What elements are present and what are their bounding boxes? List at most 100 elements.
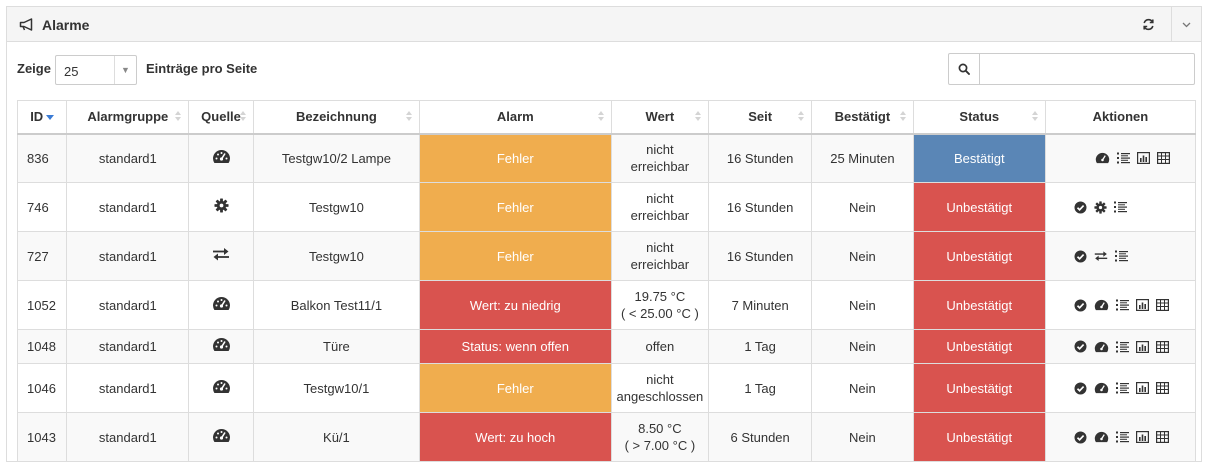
table-row: 1046 standard1 Testgw10/1 Fehler nicht angesc… <box>16 363 1197 413</box>
cell-quelle <box>188 363 254 413</box>
cell-quelle <box>188 329 254 364</box>
cell-bestaetigt: Nein <box>811 412 914 462</box>
row-actions <box>1050 200 1191 214</box>
cell-seit: 16 Stunden <box>708 182 813 232</box>
dashboard-icon[interactable] <box>1094 382 1109 394</box>
cell-id: 746 <box>16 182 68 232</box>
cell-aktionen <box>1044 133 1197 183</box>
check-circle-icon[interactable] <box>1074 431 1087 444</box>
row-actions <box>1050 250 1191 263</box>
list-icon[interactable] <box>1115 341 1129 353</box>
dashboard-icon[interactable] <box>1094 299 1109 311</box>
cell-status: Unbestätigt <box>912 280 1046 330</box>
page-size-select[interactable]: 25 ▼ <box>55 55 137 85</box>
cell-status: Bestätigt <box>912 133 1046 183</box>
dashboard-icon[interactable] <box>1094 341 1109 353</box>
list-icon[interactable] <box>1115 431 1129 443</box>
check-circle-icon[interactable] <box>1074 340 1087 353</box>
value-line-2: erreichbar <box>630 159 690 175</box>
cell-wert: nicht angeschlossen <box>610 363 710 413</box>
check-circle-icon[interactable] <box>1074 382 1087 395</box>
cell-alarm: Fehler <box>419 182 612 232</box>
bar-chart-icon[interactable] <box>1135 382 1149 394</box>
list-icon[interactable] <box>1116 152 1130 164</box>
check-circle-icon[interactable] <box>1074 250 1087 263</box>
cell-alarm: Wert: zu niedrig <box>419 280 612 330</box>
sort-icon <box>239 111 247 123</box>
table-icon[interactable] <box>1155 431 1169 443</box>
col-header-bezeichnung[interactable]: Bezeichnung <box>252 100 421 135</box>
cell-bestaetigt: Nein <box>811 329 914 364</box>
cell-wert: nicht erreichbar <box>610 182 710 232</box>
bar-chart-icon[interactable] <box>1135 340 1149 353</box>
cell-id: 836 <box>16 133 68 183</box>
table-row: 1048 standard1 Türe Status: wenn offen offen… <box>16 329 1197 364</box>
bar-chart-icon[interactable] <box>1136 152 1150 165</box>
list-icon[interactable] <box>1114 250 1128 262</box>
cell-quelle <box>188 280 254 330</box>
cell-seit: 7 Minuten <box>708 280 813 330</box>
gear-icon <box>214 197 229 213</box>
bar-chart-icon[interactable] <box>1135 431 1149 443</box>
table-row: 1043 standard1 Kü/1 Wert: zu hoch 8.50 °C ( >… <box>16 412 1197 462</box>
dashboard-icon <box>212 428 231 443</box>
cell-bestaetigt: 25 Minuten <box>811 133 914 183</box>
cell-seit: 1 Tag <box>708 363 813 413</box>
table-icon[interactable] <box>1156 152 1170 165</box>
dashboard-icon <box>212 379 231 394</box>
col-header-alarm[interactable]: Alarm <box>419 100 612 135</box>
cell-bestaetigt: Nein <box>811 280 914 330</box>
cell-bezeichnung: Testgw10/1 <box>252 363 421 413</box>
row-actions <box>1050 299 1191 312</box>
table-row: 836 standard1 Testgw10/2 Lampe Fehler nicht e… <box>16 133 1197 183</box>
collapse-button[interactable] <box>1171 7 1201 42</box>
refresh-button[interactable] <box>1133 7 1163 42</box>
cell-aktionen <box>1044 280 1197 330</box>
cell-alarm: Fehler <box>419 133 612 183</box>
sort-icon <box>798 111 805 123</box>
list-icon[interactable] <box>1115 299 1129 311</box>
cell-wert: offen <box>610 329 710 364</box>
sort-icon <box>175 111 182 123</box>
row-actions <box>1050 340 1191 353</box>
table-icon[interactable] <box>1155 340 1169 353</box>
table-icon[interactable] <box>1155 299 1169 311</box>
col-header-quelle[interactable]: Quelle <box>188 100 254 135</box>
cell-alarmgruppe: standard1 <box>66 182 190 232</box>
cell-aktionen <box>1044 329 1197 364</box>
cell-bestaetigt: Nein <box>811 182 914 232</box>
dashboard-icon <box>212 337 231 352</box>
dashboard-icon[interactable] <box>1094 431 1109 443</box>
col-header-alarmgruppe[interactable]: Alarmgruppe <box>66 100 190 135</box>
search-input[interactable] <box>979 53 1195 85</box>
cell-alarmgruppe: standard1 <box>66 363 190 413</box>
value-line-2: erreichbar <box>630 257 690 272</box>
check-circle-icon[interactable] <box>1074 201 1087 214</box>
cell-aktionen <box>1044 412 1197 462</box>
cell-wert: nicht erreichbar <box>610 133 710 183</box>
cell-bezeichnung: Testgw10 <box>252 231 421 281</box>
refresh-icon <box>1142 18 1154 31</box>
cell-status: Unbestätigt <box>912 182 1046 232</box>
cell-quelle <box>188 133 254 183</box>
col-header-id[interactable]: ID <box>16 100 68 135</box>
cell-quelle <box>188 231 254 281</box>
col-header-bestaetigt[interactable]: Bestätigt <box>811 100 914 135</box>
sort-icon <box>597 111 605 123</box>
dashboard-icon[interactable] <box>1095 152 1110 164</box>
list-icon[interactable] <box>1115 382 1129 394</box>
exchange-icon <box>212 247 230 261</box>
col-header-status[interactable]: Status <box>912 100 1046 135</box>
list-icon[interactable] <box>1113 201 1127 213</box>
cell-id: 1046 <box>16 363 68 413</box>
exchange-icon[interactable] <box>1094 250 1108 262</box>
cell-alarmgruppe: standard1 <box>66 412 190 462</box>
table-icon[interactable] <box>1155 382 1169 394</box>
col-header-wert[interactable]: Wert <box>610 100 710 135</box>
col-header-aktionen: Aktionen <box>1044 100 1197 135</box>
check-circle-icon[interactable] <box>1074 299 1087 312</box>
col-header-seit[interactable]: Seit <box>708 100 813 135</box>
search-button[interactable] <box>948 53 980 85</box>
bar-chart-icon[interactable] <box>1135 299 1149 311</box>
gear-icon[interactable] <box>1094 200 1107 214</box>
